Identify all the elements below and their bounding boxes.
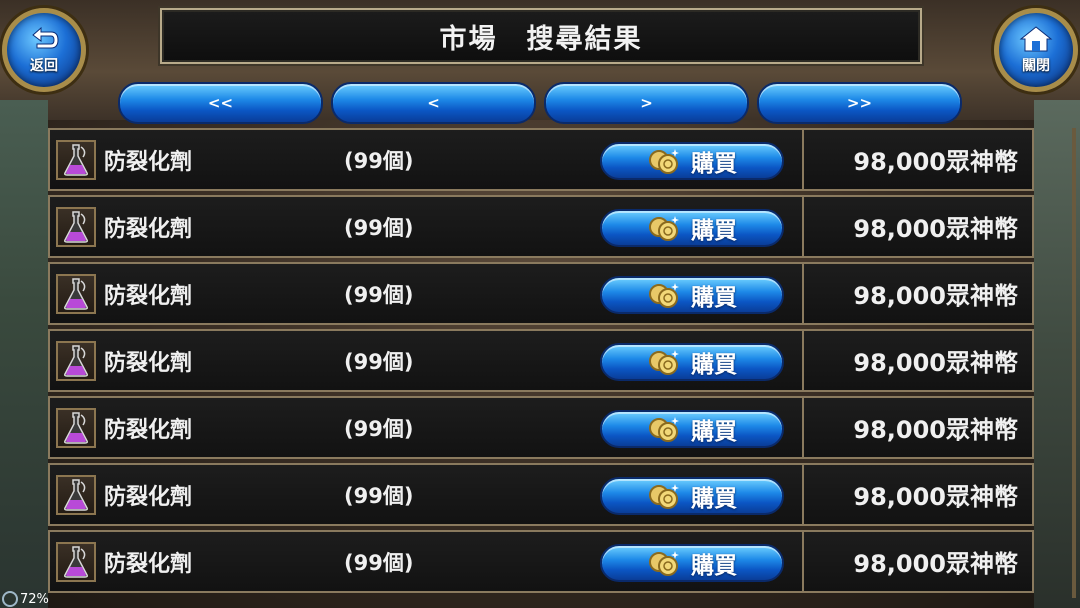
item-price: 98,000眾神幣	[853, 282, 1018, 310]
item-name: 防裂化劑	[104, 551, 193, 577]
item-quantity: (99個)	[344, 550, 414, 575]
item-price: 98,000眾神幣	[853, 148, 1018, 176]
item-quantity: (99個)	[344, 215, 414, 240]
buy-label: 購買	[691, 151, 737, 177]
back-button[interactable]: 返回	[2, 8, 86, 92]
buy-button[interactable]: 購買	[600, 142, 784, 180]
item-name: 防裂化劑	[104, 216, 193, 242]
item-name: 防裂化劑	[104, 283, 193, 309]
buy-label: 購買	[691, 553, 737, 579]
item-price: 98,000眾神幣	[853, 550, 1018, 578]
list-item: 防裂化劑 (99個) 購買 98,000眾神幣	[48, 396, 1034, 459]
potion-flask-icon	[56, 206, 96, 247]
list-item: 防裂化劑 (99個) 購買 98,000眾神幣	[48, 329, 1034, 392]
item-quantity: (99個)	[344, 349, 414, 374]
coin-icon	[649, 350, 679, 375]
coin-icon	[649, 283, 679, 308]
close-label: 關閉	[1022, 58, 1050, 74]
item-info: 防裂化劑 (99個) 購買	[50, 264, 804, 323]
item-quantity: (99個)	[344, 282, 414, 307]
last-page-button[interactable]: >>	[757, 82, 962, 124]
item-info: 防裂化劑 (99個) 購買	[50, 398, 804, 457]
item-info: 防裂化劑 (99個) 購買	[50, 130, 804, 189]
item-price: 98,000眾神幣	[853, 483, 1018, 511]
result-list: 防裂化劑 (99個) 購買 98,000眾神幣 防裂化劑 (99個) 購買 98…	[48, 128, 1034, 608]
list-item: 防裂化劑 (99個) 購買 98,000眾神幣	[48, 463, 1034, 526]
item-name: 防裂化劑	[104, 417, 193, 443]
loading-percent: 72%	[20, 591, 49, 607]
item-price: 98,000眾神幣	[853, 416, 1018, 444]
item-info: 防裂化劑 (99個) 購買	[50, 331, 804, 390]
buy-label: 購買	[691, 285, 737, 311]
first-page-button[interactable]: <<	[118, 82, 323, 124]
item-name: 防裂化劑	[104, 149, 193, 175]
coin-icon	[649, 417, 679, 442]
coin-icon	[649, 149, 679, 174]
buy-button[interactable]: 購買	[600, 477, 784, 515]
list-item: 防裂化劑 (99個) 購買 98,000眾神幣	[48, 195, 1034, 258]
item-quantity: (99個)	[344, 416, 414, 441]
home-icon	[1019, 26, 1053, 52]
list-item: 防裂化劑 (99個) 購買 98,000眾神幣	[48, 262, 1034, 325]
coin-icon	[649, 216, 679, 241]
potion-flask-icon	[56, 139, 96, 180]
loading-status: 72%	[2, 590, 49, 608]
item-name: 防裂化劑	[104, 350, 193, 376]
back-label: 返回	[30, 58, 58, 74]
list-item: 防裂化劑 (99個) 購買 98,000眾神幣	[48, 128, 1034, 191]
potion-flask-icon	[56, 541, 96, 582]
return-arrow-icon	[32, 26, 59, 49]
potion-flask-icon	[56, 340, 96, 381]
background-left	[0, 100, 48, 608]
buy-label: 購買	[691, 419, 737, 445]
buy-label: 購買	[691, 218, 737, 244]
buy-button[interactable]: 購買	[600, 544, 784, 582]
potion-flask-icon	[56, 407, 96, 448]
title-bar: 市場 搜尋結果	[160, 8, 922, 64]
coin-icon	[649, 484, 679, 509]
item-info: 防裂化劑 (99個) 購買	[50, 532, 804, 591]
coin-icon	[649, 551, 679, 576]
buy-button[interactable]: 購買	[600, 343, 784, 381]
buy-button[interactable]: 購買	[600, 276, 784, 314]
item-quantity: (99個)	[344, 483, 414, 508]
potion-flask-icon	[56, 474, 96, 515]
buy-button[interactable]: 購買	[600, 209, 784, 247]
item-info: 防裂化劑 (99個) 購買	[50, 465, 804, 524]
item-info: 防裂化劑 (99個) 購買	[50, 197, 804, 256]
pagination: << < > >>	[118, 82, 962, 124]
item-name: 防裂化劑	[104, 484, 193, 510]
item-quantity: (99個)	[344, 148, 414, 173]
item-price: 98,000眾神幣	[853, 215, 1018, 243]
loading-spinner-icon	[2, 591, 18, 607]
scrollbar[interactable]	[1072, 128, 1076, 598]
next-page-button[interactable]: >	[544, 82, 749, 124]
buy-label: 購買	[691, 352, 737, 378]
potion-flask-icon	[56, 273, 96, 314]
list-item: 防裂化劑 (99個) 購買 98,000眾神幣	[48, 530, 1034, 593]
page-title: 市場 搜尋結果	[439, 23, 643, 55]
prev-page-button[interactable]: <	[331, 82, 536, 124]
close-button[interactable]: 關閉	[994, 8, 1078, 92]
item-price: 98,000眾神幣	[853, 349, 1018, 377]
buy-label: 購買	[691, 486, 737, 512]
buy-button[interactable]: 購買	[600, 410, 784, 448]
